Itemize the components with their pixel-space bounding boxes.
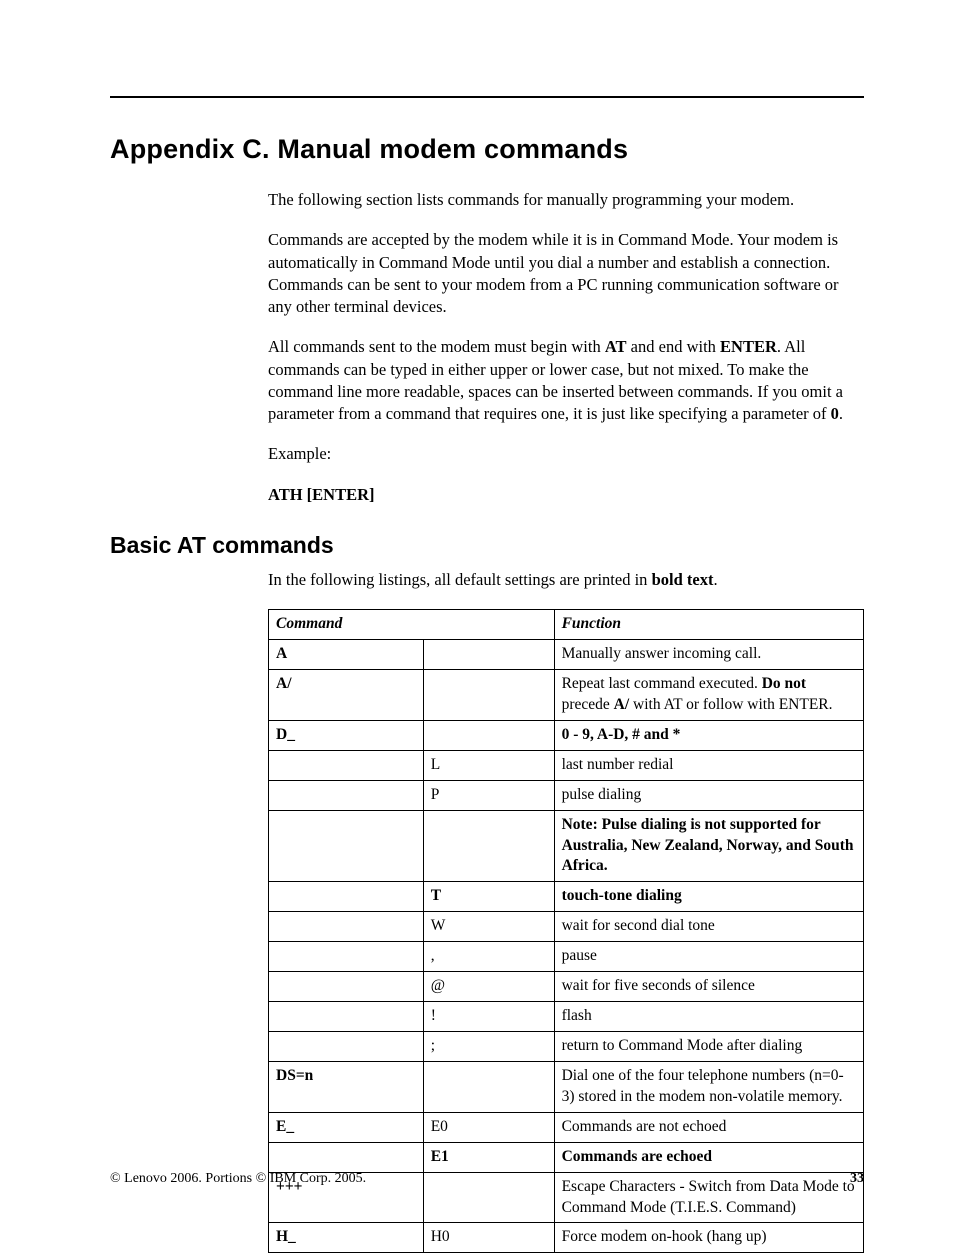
table-row: Note: Pulse dialing is not supported for…: [269, 810, 864, 882]
func: return to Command Mode after dialing: [554, 1032, 863, 1062]
cmd: [269, 780, 424, 810]
func: touch-tone dialing: [562, 887, 682, 904]
cmd: [269, 1002, 424, 1032]
table-row: E1 Commands are echoed: [269, 1142, 864, 1172]
sub: [423, 640, 554, 670]
copyright-text: © Lenovo 2006. Portions © IBM Corp. 2005…: [110, 1171, 366, 1187]
document-page: Appendix C. Manual modem commands The fo…: [0, 0, 954, 1235]
table-row: DS=n Dial one of the four telephone numb…: [269, 1061, 864, 1112]
func: last number redial: [554, 750, 863, 780]
bold: A/: [614, 696, 630, 713]
cmd: [269, 750, 424, 780]
example-label: Example:: [268, 443, 864, 465]
func: Commands are echoed: [562, 1148, 712, 1165]
sub: P: [423, 780, 554, 810]
bold: Do not: [762, 675, 806, 692]
appendix-title: Appendix C. Manual modem commands: [110, 134, 864, 165]
cmd: [269, 912, 424, 942]
func: pulse dialing: [554, 780, 863, 810]
cmd: E_: [276, 1118, 294, 1135]
func: flash: [554, 1002, 863, 1032]
intro-paragraph-3: All commands sent to the modem must begi…: [268, 336, 864, 425]
table-row: L last number redial: [269, 750, 864, 780]
sub: ;: [423, 1032, 554, 1062]
intro-paragraph-1: The following section lists commands for…: [268, 189, 864, 211]
text: All commands sent to the modem must begi…: [268, 337, 605, 356]
sub: H0: [423, 1223, 554, 1253]
table-row: T touch-tone dialing: [269, 882, 864, 912]
table-header-row: Command Function: [269, 610, 864, 640]
cmd: D_: [276, 726, 295, 743]
intro-paragraph-2: Commands are accepted by the modem while…: [268, 229, 864, 318]
sub: !: [423, 1002, 554, 1032]
page-footer: © Lenovo 2006. Portions © IBM Corp. 2005…: [110, 1171, 864, 1187]
cmd: [269, 882, 424, 912]
table-row: @ wait for five seconds of silence: [269, 972, 864, 1002]
cmd: [269, 1032, 424, 1062]
sub: [423, 720, 554, 750]
section-lead: In the following listings, all default s…: [268, 569, 864, 591]
text: precede: [562, 696, 614, 713]
bold-text-label: bold text: [652, 570, 714, 589]
cmd: A: [276, 645, 287, 662]
at-commands-table: Command Function A Manually answer incom…: [268, 609, 864, 1253]
table-row: E_ E0 Commands are not echoed: [269, 1112, 864, 1142]
enter-bold: ENTER: [720, 337, 777, 356]
sub: ,: [423, 942, 554, 972]
table-row: W wait for second dial tone: [269, 912, 864, 942]
sub: W: [423, 912, 554, 942]
page-number: 33: [850, 1171, 864, 1187]
table-row: A Manually answer incoming call.: [269, 640, 864, 670]
sub: [423, 810, 554, 882]
text: In the following listings, all default s…: [268, 570, 652, 589]
intro-body: The following section lists commands for…: [268, 189, 864, 506]
table-row: , pause: [269, 942, 864, 972]
sub: [423, 1061, 554, 1112]
top-rule: [110, 96, 864, 98]
example-command: ATH [ENTER]: [268, 484, 864, 506]
table-row: P pulse dialing: [269, 780, 864, 810]
table-row: ; return to Command Mode after dialing: [269, 1032, 864, 1062]
zero-bold: 0: [831, 404, 839, 423]
text: .: [839, 404, 843, 423]
text: and end with: [627, 337, 720, 356]
sub: E1: [431, 1148, 449, 1165]
sub: T: [431, 887, 441, 904]
func: Force modem on-hook (hang up): [554, 1223, 863, 1253]
cmd: [269, 972, 424, 1002]
cmd: [269, 942, 424, 972]
func: Manually answer incoming call.: [554, 640, 863, 670]
func: 0 - 9, A-D, # and *: [562, 726, 681, 743]
cmd: [269, 810, 424, 882]
func: Dial one of the four telephone numbers (…: [554, 1061, 863, 1112]
col-command: Command: [269, 610, 555, 640]
table-row: H_ H0 Force modem on-hook (hang up): [269, 1223, 864, 1253]
table-row: D_ 0 - 9, A-D, # and *: [269, 720, 864, 750]
sub: L: [423, 750, 554, 780]
text: Repeat last command executed.: [562, 675, 762, 692]
func: Repeat last command executed. Do not pre…: [554, 670, 863, 721]
func: wait for five seconds of silence: [554, 972, 863, 1002]
func: wait for second dial tone: [554, 912, 863, 942]
func: Note: Pulse dialing is not supported for…: [562, 816, 854, 875]
func: pause: [554, 942, 863, 972]
sub: [423, 670, 554, 721]
func: Commands are not echoed: [554, 1112, 863, 1142]
cmd: H_: [276, 1228, 296, 1245]
table-row: A/ Repeat last command executed. Do not …: [269, 670, 864, 721]
at-bold: AT: [605, 337, 627, 356]
cmd: DS=n: [276, 1067, 313, 1084]
section-body: In the following listings, all default s…: [268, 569, 864, 1253]
section-heading-basic-at: Basic AT commands: [110, 532, 864, 559]
cmd: [269, 1142, 424, 1172]
sub: @: [423, 972, 554, 1002]
col-function: Function: [554, 610, 863, 640]
table-row: ! flash: [269, 1002, 864, 1032]
text: with AT or follow with ENTER.: [629, 696, 832, 713]
text: .: [713, 570, 717, 589]
sub: E0: [423, 1112, 554, 1142]
cmd: A/: [276, 675, 292, 692]
